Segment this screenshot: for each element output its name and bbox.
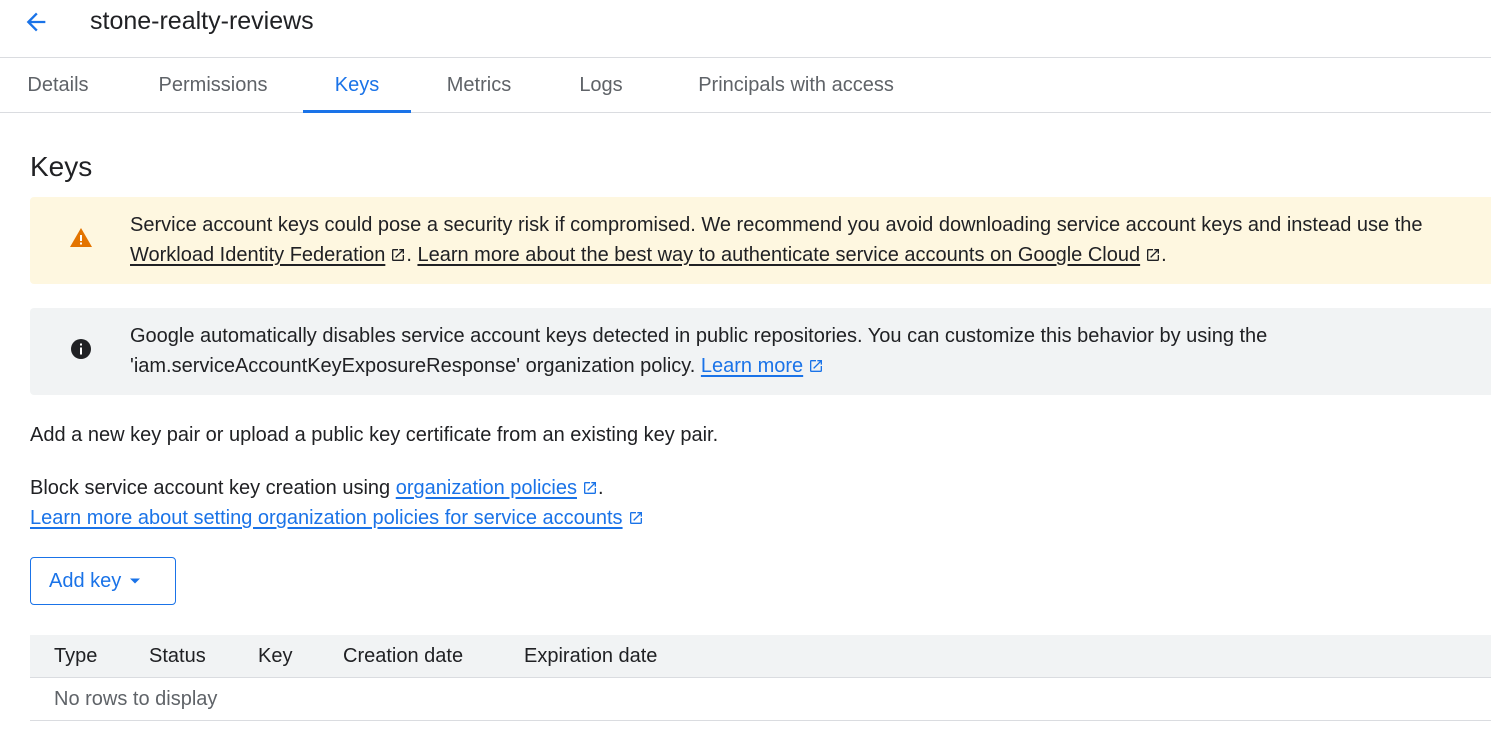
arrow-drop-down-icon [130, 578, 141, 584]
tab-permissions[interactable]: Permissions [138, 58, 288, 112]
table-empty-message: No rows to display [30, 678, 1491, 721]
organization-policies-link[interactable]: organization policies [396, 477, 598, 499]
back-button[interactable] [14, 4, 58, 40]
learn-more-link[interactable]: Learn more [701, 355, 824, 377]
tab-bar: Details Permissions Keys Metrics Logs Pr… [0, 58, 1491, 113]
org-policies-service-accounts-link[interactable]: Learn more about setting organization po… [30, 507, 644, 529]
link-label: Learn more about the best way to authent… [417, 244, 1141, 266]
column-header-key[interactable]: Key [258, 635, 292, 678]
tab-metrics[interactable]: Metrics [426, 58, 532, 112]
open-in-new-icon [629, 512, 642, 524]
section-title: Keys [30, 151, 93, 182]
open-in-new-icon [583, 482, 596, 494]
arrow-back-icon [26, 12, 46, 32]
column-header-status[interactable]: Status [149, 635, 206, 678]
link-label: Learn more [700, 355, 804, 377]
info-banner: Google automatically disables service ac… [30, 308, 1491, 395]
open-in-new-icon [1147, 249, 1160, 261]
tab-logs[interactable]: Logs [560, 58, 642, 112]
policy-learn-more: Learn more about setting organization po… [30, 503, 644, 533]
link-label: organization policies [395, 477, 577, 499]
column-header-type[interactable]: Type [54, 635, 97, 678]
table-header: Type Status Key Creation date Expiration… [30, 635, 1491, 678]
warning-text-part: Service account keys could pose a securi… [130, 214, 1423, 236]
workload-identity-federation-link[interactable]: Workload Identity Federation [130, 244, 406, 266]
warning-text-part: . [1161, 244, 1167, 266]
warning-text: Service account keys could pose a securi… [130, 210, 1480, 270]
authenticate-service-accounts-link[interactable]: Learn more about the best way to authent… [417, 244, 1161, 266]
policy-text-part: . [597, 477, 604, 499]
column-header-creation-date[interactable]: Creation date [343, 635, 463, 678]
keys-table: Type Status Key Creation date Expiration… [30, 635, 1491, 721]
info-icon [68, 336, 94, 362]
warning-icon [68, 225, 94, 251]
column-header-expiration-date[interactable]: Expiration date [524, 635, 657, 678]
warning-banner: Service account keys could pose a securi… [30, 197, 1491, 284]
add-key-button[interactable]: Add key [30, 557, 176, 605]
policy-text: Block service account key creation using… [30, 473, 604, 503]
warning-text-part: . [406, 244, 418, 266]
open-in-new-icon [810, 360, 823, 372]
open-in-new-icon [392, 249, 405, 261]
tab-principals-with-access[interactable]: Principals with access [672, 58, 920, 112]
link-label: Workload Identity Federation [130, 244, 386, 266]
tab-keys[interactable]: Keys [303, 58, 411, 113]
tab-details[interactable]: Details [14, 58, 102, 112]
info-text: Google automatically disables service ac… [130, 321, 1480, 381]
add-key-description: Add a new key pair or upload a public ke… [30, 424, 719, 446]
link-label: Learn more about setting organization po… [30, 507, 623, 529]
add-key-label: Add key [49, 569, 122, 592]
policy-text-part: Block service account key creation using [30, 477, 396, 499]
page-header: stone-realty-reviews [0, 0, 1491, 58]
page-title: stone-realty-reviews [90, 7, 314, 35]
info-text-part: Google automatically disables service ac… [130, 325, 1268, 377]
